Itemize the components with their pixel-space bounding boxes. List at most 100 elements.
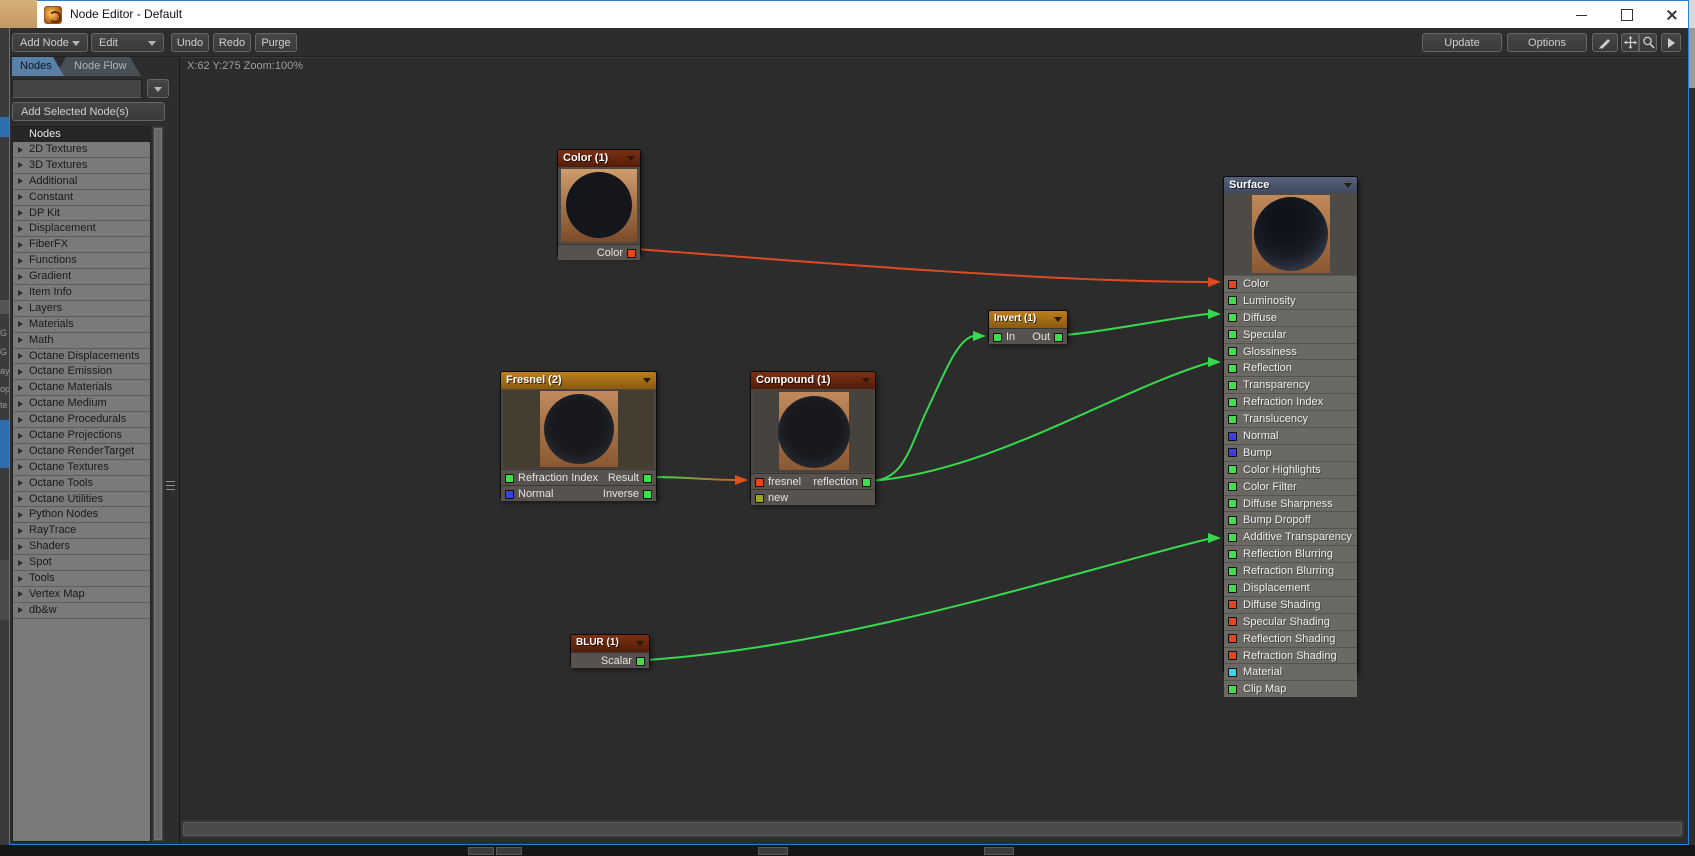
input-socket[interactable] <box>1228 567 1237 576</box>
sidebar-item-octane-medium[interactable]: Octane Medium <box>13 396 150 412</box>
sidebar-item-spot[interactable]: Spot <box>13 555 150 571</box>
input-socket[interactable] <box>1228 516 1237 525</box>
input-socket[interactable] <box>505 474 514 483</box>
options-button[interactable]: Options <box>1507 33 1587 52</box>
close-button[interactable] <box>1649 2 1694 28</box>
node-header[interactable]: Compound (1) <box>751 372 875 389</box>
expand-arrow-icon[interactable] <box>18 496 23 502</box>
node-surface[interactable]: Surface ColorLuminosityDiffuseSpecularGl… <box>1223 176 1358 674</box>
input-socket[interactable] <box>1228 550 1237 559</box>
minimize-button[interactable] <box>1559 2 1604 28</box>
expand-arrow-icon[interactable] <box>18 242 23 248</box>
node-color-1[interactable]: Color (1) Color <box>557 149 641 256</box>
output-socket[interactable] <box>636 657 645 666</box>
sidebar-item-db-w[interactable]: db&w <box>13 603 150 619</box>
search-dropdown-button[interactable] <box>147 79 169 98</box>
expand-arrow-icon[interactable] <box>18 448 23 454</box>
sidebar-item-fiberfx[interactable]: FiberFX <box>13 237 150 253</box>
sidebar-item-gradient[interactable]: Gradient <box>13 269 150 285</box>
expand-arrow-icon[interactable] <box>18 544 23 550</box>
canvas-horizontal-scrollbar[interactable] <box>181 820 1684 838</box>
node-header[interactable]: Fresnel (2) <box>501 372 656 389</box>
sidebar-item-octane-procedurals[interactable]: Octane Procedurals <box>13 412 150 428</box>
add-node-menu[interactable]: Add Node <box>12 33 88 52</box>
input-socket[interactable] <box>993 333 1002 342</box>
input-socket[interactable] <box>1228 499 1237 508</box>
expand-arrow-icon[interactable] <box>18 464 23 470</box>
list-scrollbar-thumb[interactable] <box>154 128 162 840</box>
expand-arrow-icon[interactable] <box>18 194 23 200</box>
sidebar-item-octane-emission[interactable]: Octane Emission <box>13 364 150 380</box>
expand-arrow-icon[interactable] <box>18 591 23 597</box>
expand-arrow-icon[interactable] <box>18 607 23 613</box>
output-socket[interactable] <box>627 249 636 258</box>
output-socket[interactable] <box>862 478 871 487</box>
expand-arrow-icon[interactable] <box>18 337 23 343</box>
input-socket[interactable] <box>1228 465 1237 474</box>
expand-arrow-icon[interactable] <box>18 258 23 264</box>
expand-arrow-icon[interactable] <box>18 226 23 232</box>
sidebar-item-2d-textures[interactable]: 2D Textures <box>13 142 150 158</box>
update-button[interactable]: Update <box>1422 33 1502 52</box>
input-socket[interactable] <box>1228 668 1237 677</box>
sidebar-item-octane-utilities[interactable]: Octane Utilities <box>13 492 150 508</box>
expand-arrow-icon[interactable] <box>18 147 23 153</box>
sidebar-item-tools[interactable]: Tools <box>13 571 150 587</box>
input-socket[interactable] <box>1228 584 1237 593</box>
input-socket[interactable] <box>1228 313 1237 322</box>
sidebar-item-displacement[interactable]: Displacement <box>13 221 150 237</box>
input-socket[interactable] <box>1228 651 1237 660</box>
input-socket[interactable] <box>1228 296 1237 305</box>
expand-arrow-icon[interactable] <box>18 576 23 582</box>
tab-nodes[interactable]: Nodes <box>12 57 64 76</box>
input-socket[interactable] <box>505 490 514 499</box>
sidebar-item-python-nodes[interactable]: Python Nodes <box>13 507 150 523</box>
sidebar-item-layers[interactable]: Layers <box>13 301 150 317</box>
expand-arrow-icon[interactable] <box>18 162 23 168</box>
input-socket[interactable] <box>1228 482 1237 491</box>
node-header[interactable]: Invert (1) <box>989 311 1067 328</box>
expand-arrow-icon[interactable] <box>18 369 23 375</box>
input-socket[interactable] <box>1228 533 1237 542</box>
sidebar-item-math[interactable]: Math <box>13 333 150 349</box>
expand-arrow-icon[interactable] <box>18 385 23 391</box>
node-header[interactable]: Color (1) <box>558 150 640 167</box>
node-blur-1[interactable]: BLUR (1) Scalar <box>570 634 650 667</box>
add-selected-node-button[interactable]: Add Selected Node(s) <box>12 102 165 121</box>
expand-arrow-icon[interactable] <box>18 560 23 566</box>
edit-menu[interactable]: Edit <box>91 33 164 52</box>
sidebar-item-shaders[interactable]: Shaders <box>13 539 150 555</box>
node-header[interactable]: Surface <box>1224 177 1357 193</box>
input-socket[interactable] <box>1228 280 1237 289</box>
input-socket[interactable] <box>1228 364 1237 373</box>
tab-node-flow[interactable]: Node Flow <box>55 57 141 76</box>
output-socket[interactable] <box>1054 333 1063 342</box>
input-socket[interactable] <box>1228 617 1237 626</box>
sidebar-item-materials[interactable]: Materials <box>13 317 150 333</box>
sidebar-item-functions[interactable]: Functions <box>13 253 150 269</box>
input-socket[interactable] <box>1228 415 1237 424</box>
expand-arrow-icon[interactable] <box>18 290 23 296</box>
expand-arrow-icon[interactable] <box>18 210 23 216</box>
input-socket[interactable] <box>1228 448 1237 457</box>
sidebar-item-vertex-map[interactable]: Vertex Map <box>13 587 150 603</box>
title-bar[interactable]: Node Editor - Default <box>9 1 1688 28</box>
sidebar-item-octane-textures[interactable]: Octane Textures <box>13 460 150 476</box>
panel-splitter-handle[interactable] <box>166 478 177 494</box>
input-socket[interactable] <box>755 478 764 487</box>
expand-arrow-icon[interactable] <box>18 512 23 518</box>
input-socket[interactable] <box>1228 398 1237 407</box>
node-header[interactable]: BLUR (1) <box>571 635 649 652</box>
expand-arrow-icon[interactable] <box>18 401 23 407</box>
node-fresnel-2[interactable]: Fresnel (2) Refraction Index Result Norm… <box>500 371 657 500</box>
pan-tool-button[interactable] <box>1621 33 1639 52</box>
sidebar-item-dp-kit[interactable]: DP Kit <box>13 206 150 222</box>
input-socket[interactable] <box>1228 432 1237 441</box>
expand-arrow-icon[interactable] <box>18 480 23 486</box>
sidebar-item-3d-textures[interactable]: 3D Textures <box>13 158 150 174</box>
undo-button[interactable]: Undo <box>171 33 209 52</box>
redo-button[interactable]: Redo <box>213 33 251 52</box>
node-compound-1[interactable]: Compound (1) fresnel reflection new <box>750 371 876 504</box>
expand-arrow-icon[interactable] <box>18 353 23 359</box>
expand-arrow-icon[interactable] <box>18 417 23 423</box>
